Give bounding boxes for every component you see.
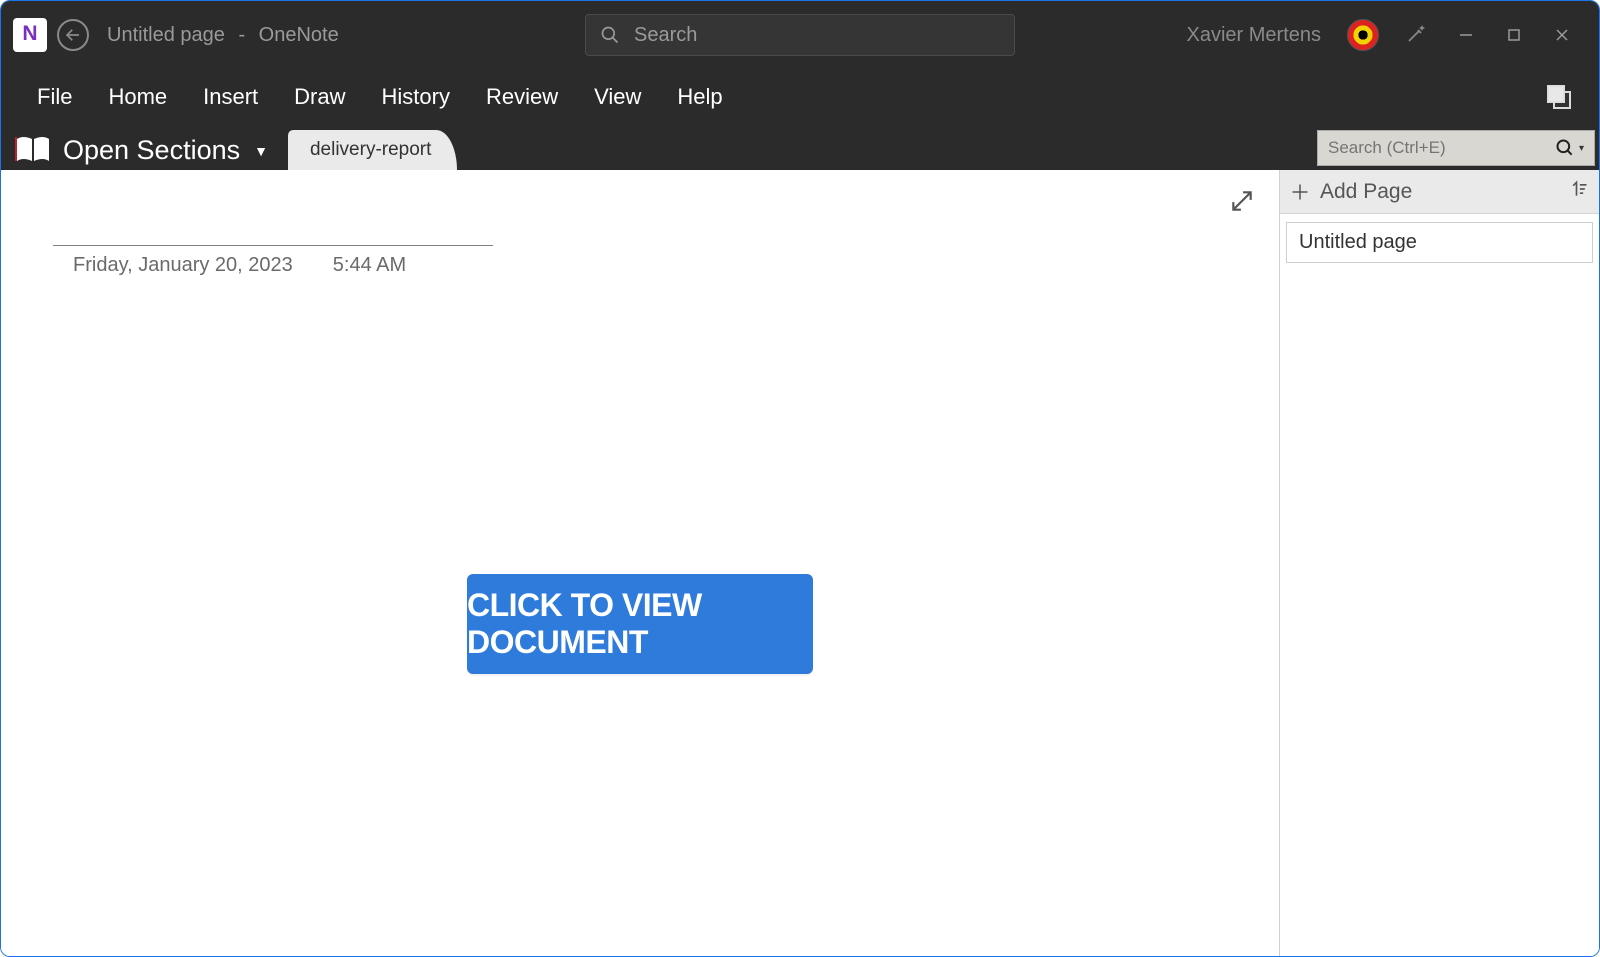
page-list: Untitled page <box>1280 214 1599 956</box>
titlebar: N Untitled page - OneNote Search Xavier … <box>1 1 1599 69</box>
dock-window-button[interactable] <box>1547 85 1571 109</box>
notebook-bar: Open Sections ▼ delivery-report ▾ <box>1 124 1599 170</box>
page-panel-header: Add Page <box>1280 170 1599 214</box>
maximize-button[interactable] <box>1503 24 1525 46</box>
arrow-left-icon <box>64 26 82 44</box>
menu-draw[interactable]: Draw <box>276 78 363 116</box>
menu-file[interactable]: File <box>19 78 90 116</box>
open-sections-dropdown[interactable]: Open Sections ▼ <box>63 135 268 166</box>
app-letter: N <box>22 22 37 46</box>
app-name: OneNote <box>259 24 339 46</box>
chevron-down-icon: ▾ <box>1579 143 1584 154</box>
search-placeholder: Search <box>634 24 697 47</box>
pen-icon[interactable] <box>1405 21 1429 50</box>
menu-insert[interactable]: Insert <box>185 78 276 116</box>
add-page-button[interactable]: Add Page <box>1290 180 1412 204</box>
add-page-label: Add Page <box>1320 180 1412 204</box>
page-search-button[interactable]: ▾ <box>1555 138 1584 158</box>
plus-icon <box>1290 182 1310 202</box>
titlebar-right: Xavier Mertens <box>1187 19 1592 51</box>
page-time: 5:44 AM <box>333 254 406 277</box>
chevron-down-icon: ▼ <box>254 143 268 159</box>
page-datestamp: Friday, January 20, 2023 5:44 AM <box>53 246 493 277</box>
minimize-button[interactable] <box>1455 24 1477 46</box>
sort-icon <box>1569 179 1589 199</box>
username-label: Xavier Mertens <box>1187 24 1322 47</box>
back-button[interactable] <box>57 19 89 51</box>
page-panel: Add Page Untitled page <box>1279 170 1599 956</box>
notebook-icon <box>15 134 51 164</box>
title-separator: - <box>238 24 245 46</box>
open-sections-label: Open Sections <box>63 135 240 166</box>
close-button[interactable] <box>1551 24 1573 46</box>
page-title-area[interactable]: Friday, January 20, 2023 5:44 AM <box>53 222 493 277</box>
page-canvas[interactable]: Friday, January 20, 2023 5:44 AM CLICK T… <box>1 170 1279 956</box>
page-search[interactable]: ▾ <box>1317 130 1595 166</box>
search-icon <box>1555 138 1575 158</box>
sort-pages-button[interactable] <box>1569 179 1589 204</box>
app-icon: N <box>13 18 47 52</box>
page-list-item[interactable]: Untitled page <box>1286 222 1593 263</box>
menubar: File Home Insert Draw History Review Vie… <box>1 69 1599 124</box>
page-title-underline <box>53 222 493 246</box>
view-document-button[interactable]: CLICK TO VIEW DOCUMENT <box>467 574 813 674</box>
menu-help[interactable]: Help <box>659 78 740 116</box>
menu-view[interactable]: View <box>576 78 659 116</box>
app-window: N Untitled page - OneNote Search Xavier … <box>0 0 1600 957</box>
section-tab[interactable]: delivery-report <box>288 130 457 170</box>
doc-title: Untitled page <box>107 24 225 46</box>
global-search[interactable]: Search <box>585 14 1015 56</box>
menu-home[interactable]: Home <box>90 78 185 116</box>
full-page-view-button[interactable] <box>1229 188 1255 214</box>
avatar[interactable] <box>1347 19 1379 51</box>
page-date: Friday, January 20, 2023 <box>73 254 293 277</box>
menu-history[interactable]: History <box>364 78 468 116</box>
window-title: Untitled page - OneNote <box>107 24 339 47</box>
search-icon <box>600 25 620 45</box>
menu-review[interactable]: Review <box>468 78 576 116</box>
page-search-input[interactable] <box>1328 138 1518 158</box>
workspace: Friday, January 20, 2023 5:44 AM CLICK T… <box>1 170 1599 956</box>
